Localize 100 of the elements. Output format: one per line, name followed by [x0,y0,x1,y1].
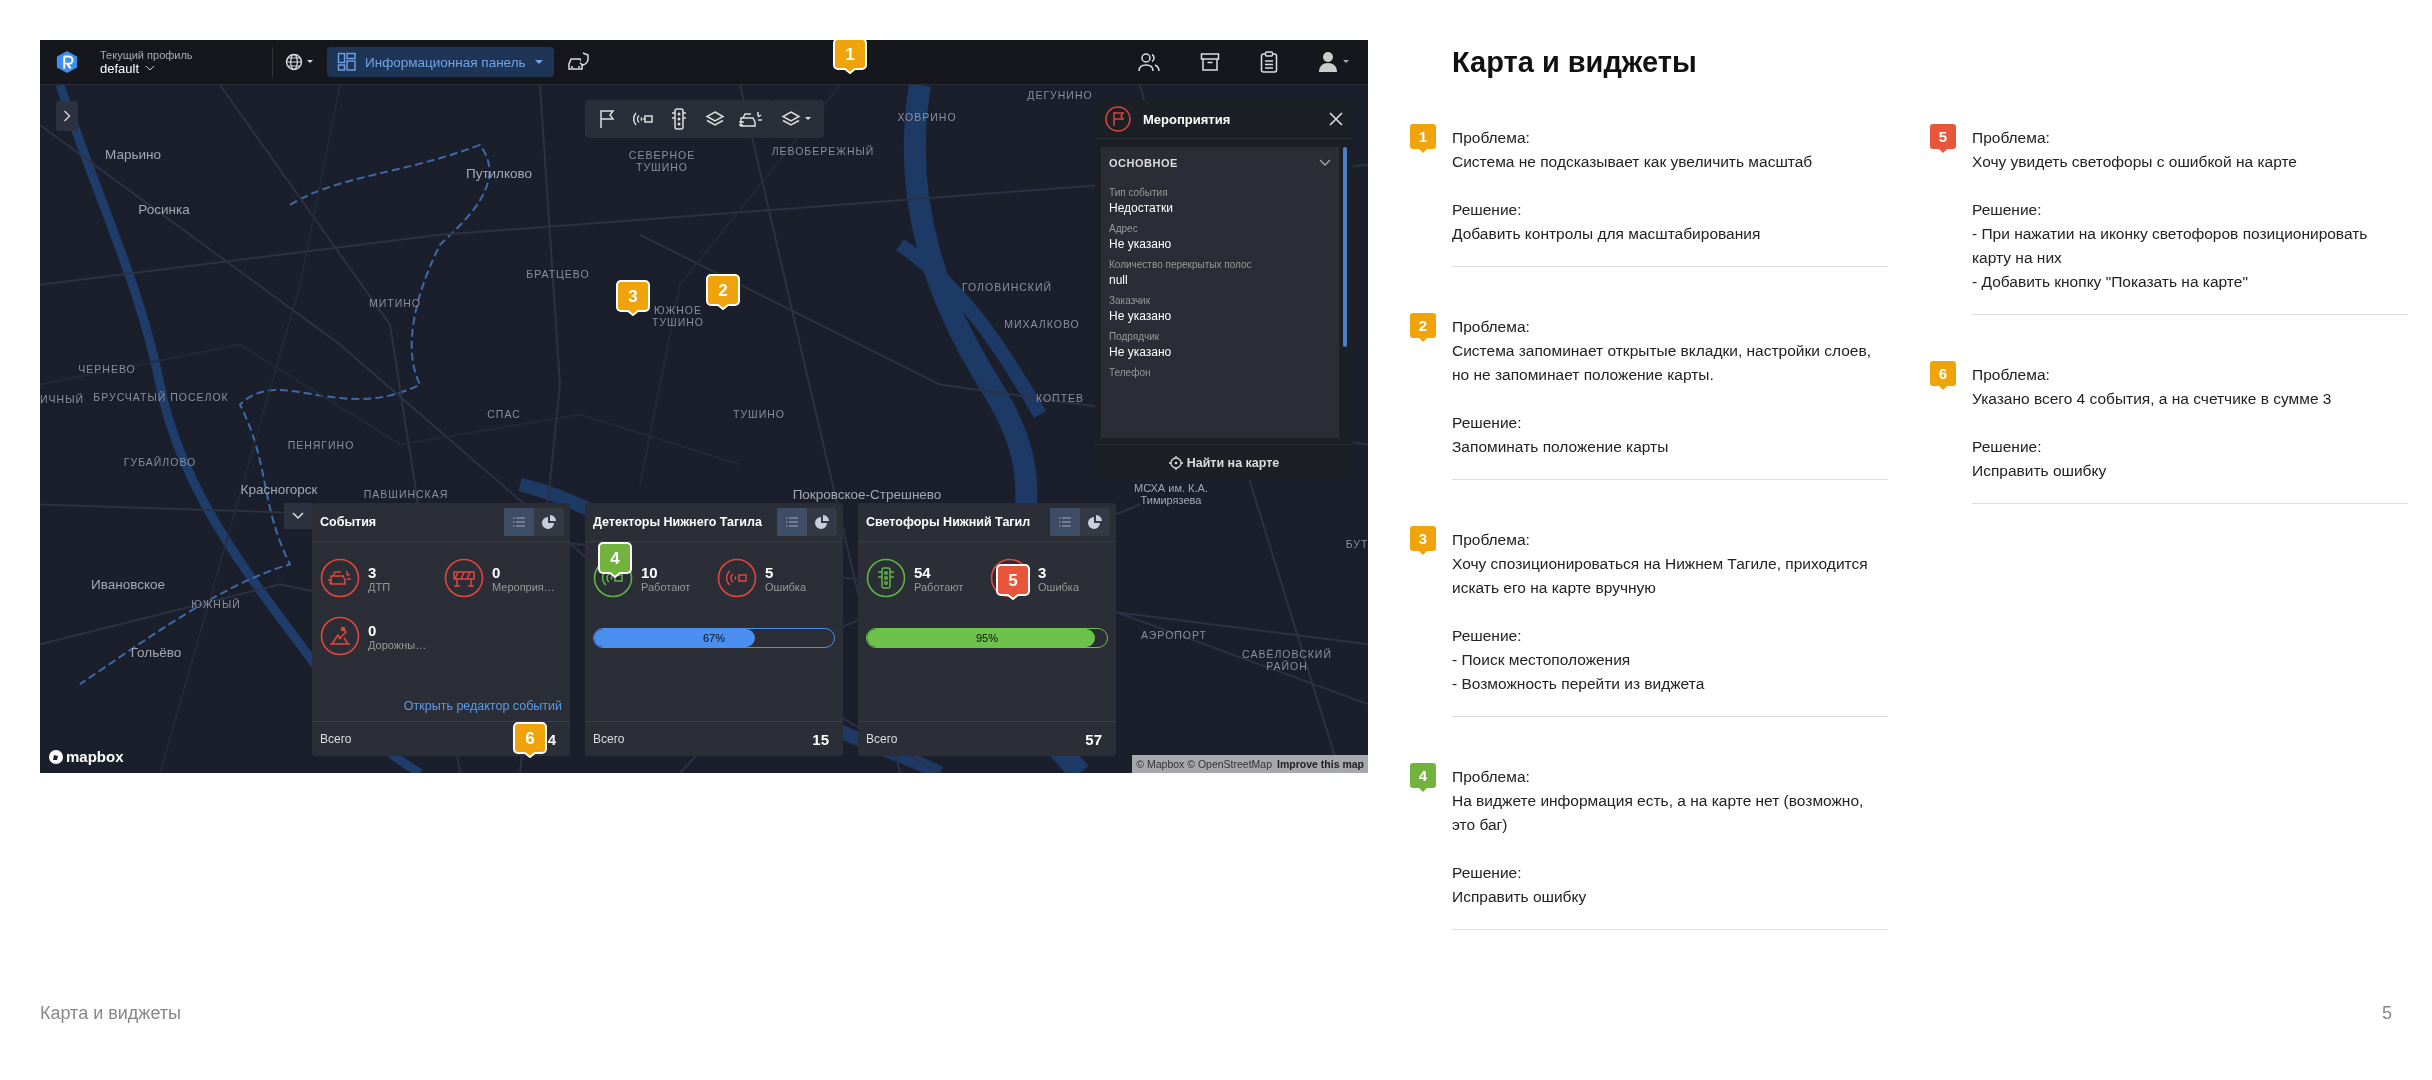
profile-label: Текущий профиль [100,48,194,61]
widget-title: События [320,515,378,529]
solution-text: Исправить ошибку [1972,461,2108,481]
map-place-label: ЛЕВОБЕРЕЖНЫЙ [771,145,875,157]
map-place-label: МИХАЛКОВО [1004,318,1080,330]
map-place-label: ГУБАЙЛОВО [123,456,197,468]
improve-map-link[interactable]: Improve this map [1277,758,1364,770]
stat-value: 5 [765,563,775,581]
section-header[interactable]: ОСНОВНОЕ [1109,147,1331,179]
map-place-label: КОПТЕВ [1035,392,1085,404]
map-place-label: СПАС [487,408,521,420]
map-place-label: ЮЖНОЕ ТУШИНО [651,304,705,328]
map-place-label: САВЁЛОВСКИЙ РАЙОН [1241,648,1333,672]
map-logo-icon [48,748,64,765]
clipboard-icon[interactable] [1260,51,1278,73]
field-value: Недостатки [1109,201,1174,215]
problem-text: Хочу увидеть светофоры с ошибкой на карте [1972,152,2298,172]
panel-title: Мероприятия [1143,111,1232,127]
globe-icon [285,53,315,71]
map-place-label: ПЕНЯГИНО [287,439,355,451]
numbered-callout-tooltip: 1 [833,38,867,74]
close-button[interactable] [1329,112,1343,126]
map-place-label: Гольёво [130,644,182,660]
language-button[interactable] [285,53,315,71]
solution-text: Запоминать положение карты [1452,437,1670,457]
solution-label: Решение: [1972,200,2043,220]
user-avatar-icon[interactable] [1318,51,1352,73]
scrollbar[interactable] [1343,147,1347,347]
solution-text: - При нажатии на иконку светофоров позиционировать карту на них [1972,224,2369,268]
map-place-label: ЧЕРНЕВО [78,363,136,375]
problem-label: Проблема: [1972,365,2051,385]
dashboard-dropdown[interactable]: Информационная панель [327,47,554,77]
note-badge: 6 [1930,361,1956,391]
solution-label: Решение: [1452,200,1523,220]
problem-label: Проблема: [1452,530,1531,550]
solution-text: - Поиск местоположения [1452,650,1632,670]
note-badge: 1 [1410,124,1436,154]
open-editor-link[interactable]: Открыть редактор событий [403,699,562,713]
note-badge: 3 [1410,526,1436,556]
archive-icon[interactable] [1200,52,1220,72]
map-place-label: Марьино [105,146,161,162]
collapse-widgets-button[interactable] [284,503,312,529]
field-label: Тип события [1109,187,1169,198]
users-icon[interactable] [1138,52,1160,72]
pie-chart-icon [542,515,556,529]
solution-label: Решение: [1452,626,1523,646]
problem-label: Проблема: [1452,128,1531,148]
car-shield-icon[interactable] [565,51,590,73]
field-label: Подрядчик [1109,331,1161,342]
stat-value: 3 [1038,563,1048,581]
map-place-label: Путилково [465,165,533,181]
close-icon [1329,112,1343,126]
map-place-label: СЕВЕРНОЕ ТУШИНО [627,149,697,173]
map-place-label: ЮЖНЫЙ [191,598,241,610]
field-label: Заказчик [1109,295,1152,306]
problem-label: Проблема: [1972,128,2051,148]
profile-dropdown[interactable]: default [100,60,156,76]
stat-label: ДТП [368,580,391,593]
caret-icon [533,59,544,65]
pie-chart-icon [815,515,829,529]
progress-label: 95% [975,631,999,646]
stat-value: 54 [914,563,932,581]
pie-chart-icon [1088,515,1102,529]
map-logo-text: mapbox [66,748,124,765]
flag-icon [1105,106,1131,132]
chevron-down-icon [1319,159,1331,167]
stat-value: 0 [492,563,502,581]
map-place-label: БУТ [1345,538,1368,550]
barrier-icon[interactable] [444,558,484,598]
expand-sidebar-button[interactable] [56,101,78,131]
map-place-label: АЭРОПОРТ [1141,629,1207,641]
solution-label: Решение: [1972,437,2043,457]
dashboard-icon [337,52,357,72]
traffic-light-icon[interactable] [866,558,906,598]
roadwork-icon[interactable] [320,616,360,656]
map-place-label: Покровское-Стрешнево [792,486,942,502]
numbered-callout-tooltip: 3 [616,280,650,316]
stat-label: Дорожны… [368,638,427,651]
note-badge: 5 [1930,124,1956,154]
chevron-right-icon [63,110,71,122]
total-value: 4 [547,730,556,748]
numbered-callout-tooltip: 6 [513,722,547,758]
layers-dropdown[interactable] [771,100,824,138]
chevron-down-icon [145,65,156,71]
problem-text: Хочу спозиционироваться на Нижнем Тагиле, приходится искать его на карте вручную [1452,554,1869,598]
logo-icon [56,50,78,74]
map-place-label: Росинка [138,201,190,217]
chevron-down-icon [292,512,304,520]
map-place-label: Ивановское [91,576,165,592]
total-label: Всего [320,732,352,746]
stat-label: Работают [641,580,691,593]
solution-text: Исправить ошибку [1452,887,1588,907]
stat-value: 10 [641,563,659,581]
solution-text: - Добавить кнопку "Показать на карте" [1972,272,2249,292]
field-label: Телефон [1109,367,1152,378]
map-place-label: БРАТЦЕВО [526,268,590,280]
field-value: Не указано [1109,237,1173,251]
progress-label: 67% [702,631,726,646]
numbered-callout-tooltip: 2 [706,274,740,310]
field-value: null [1109,273,1129,287]
